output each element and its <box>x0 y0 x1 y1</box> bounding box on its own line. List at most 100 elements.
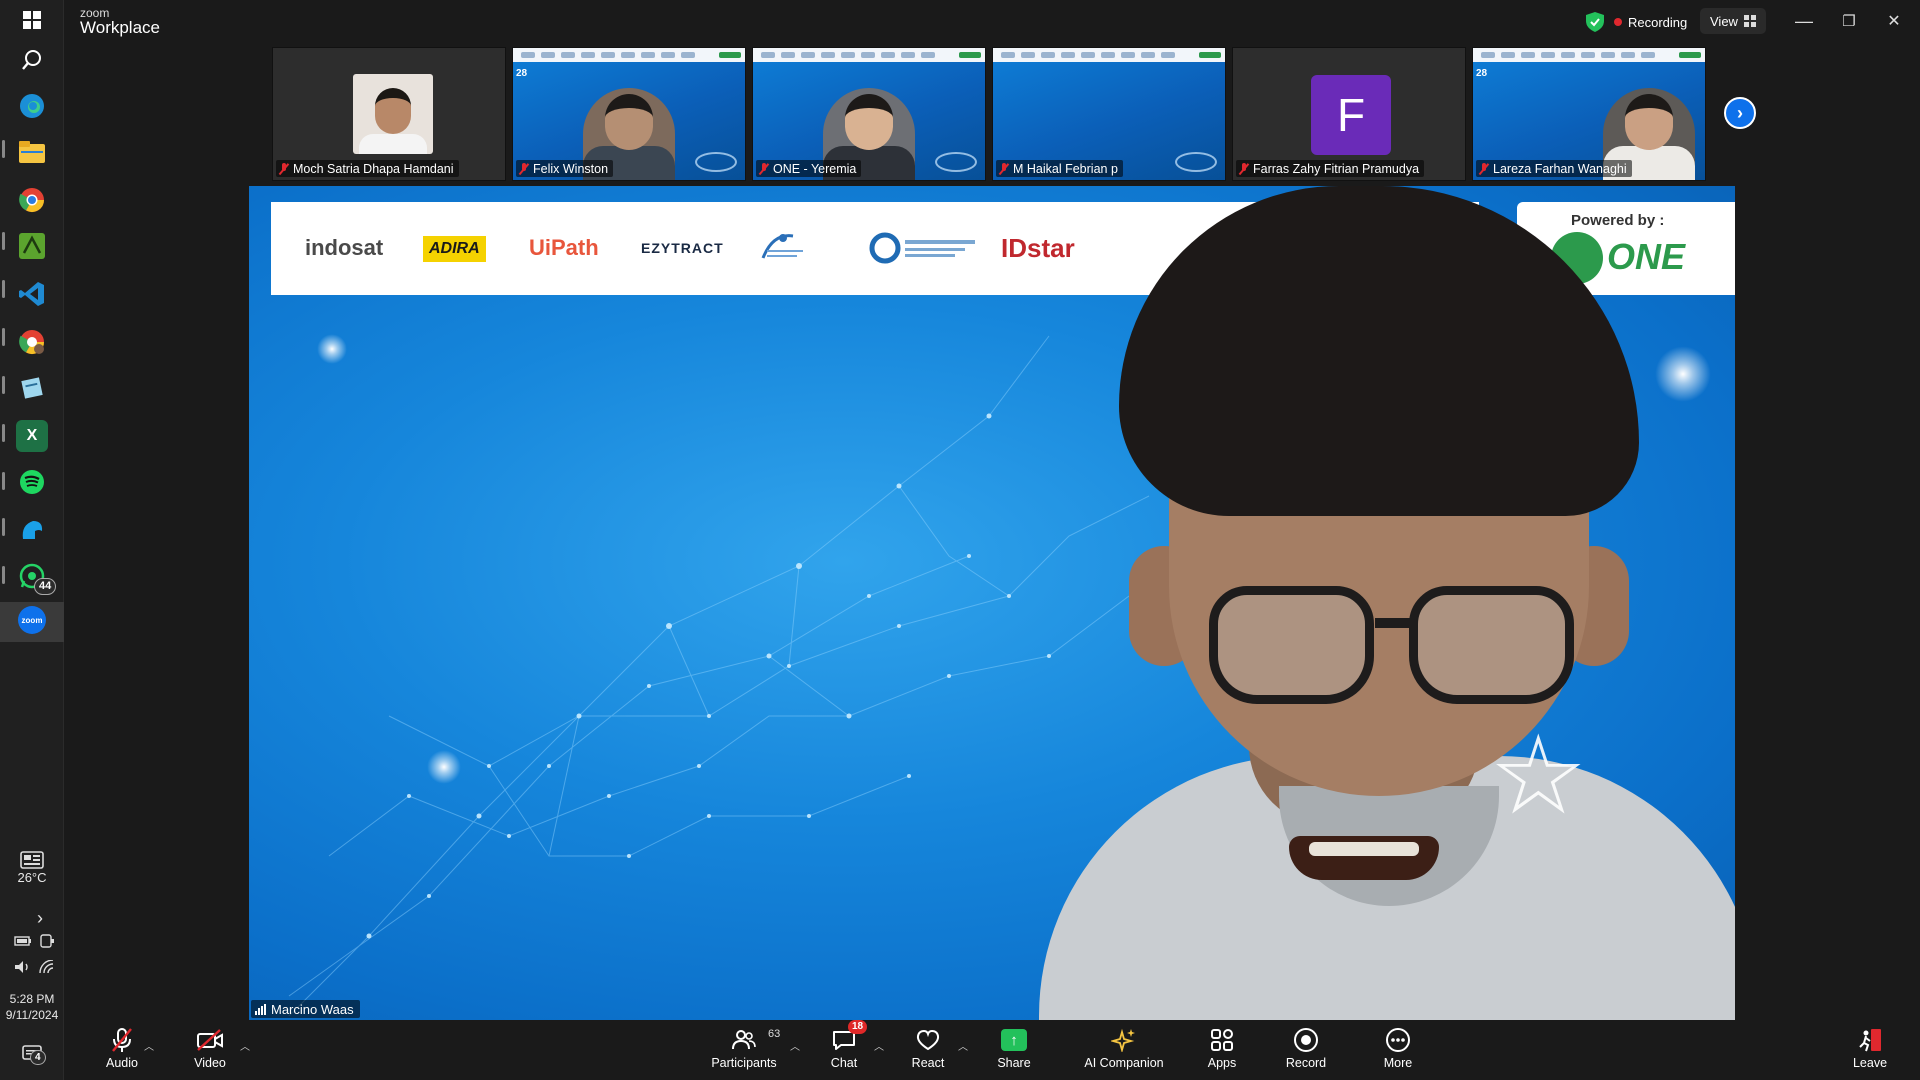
chat-button[interactable]: 18 Chat <box>816 1020 872 1078</box>
event-date: 28 <box>1476 68 1488 79</box>
more-button[interactable]: More <box>1370 1026 1426 1078</box>
heart-react-icon <box>916 1029 940 1051</box>
participant-name: M Haikal Febrian p <box>1013 161 1118 176</box>
event-date: 28 <box>516 68 528 79</box>
restore-button[interactable]: ❐ <box>1829 8 1869 34</box>
chat-unread-badge: 18 <box>848 1020 868 1034</box>
ai-sparkle-icon <box>1111 1028 1135 1052</box>
participant-name-tag: Lareza Farhan Wanaghi <box>1476 160 1632 177</box>
recording-indicator[interactable]: Recording <box>1614 15 1687 30</box>
running-app-indicator <box>2 472 5 490</box>
video-button[interactable]: Video <box>182 1026 238 1078</box>
participants-label: Participants <box>711 1056 777 1070</box>
whatsapp-unread-badge: 44 <box>34 578 57 595</box>
meeting-status-area: Recording <box>1586 10 1687 34</box>
minimize-button[interactable]: — <box>1784 8 1824 34</box>
screen-share-tray-icon[interactable] <box>36 930 58 952</box>
muted-mic-icon <box>1479 162 1489 175</box>
running-app-indicator <box>2 424 5 442</box>
video-off-icon <box>197 1029 223 1051</box>
teams-bird-icon[interactable] <box>16 514 48 546</box>
participant-name: Felix Winston <box>533 161 609 176</box>
participant-name: Moch Satria Dhapa Hamdani <box>293 161 454 176</box>
participant-name-tag: Farras Zahy Fitrian Pramudya <box>1236 160 1425 177</box>
next-page-arrow-button[interactable]: › <box>1724 97 1756 129</box>
ai-companion-button[interactable]: AI Companion <box>1074 1026 1174 1078</box>
spotify-icon[interactable] <box>16 466 48 498</box>
leave-button[interactable]: Leave <box>1842 1026 1898 1078</box>
participants-count: 63 <box>768 1028 781 1040</box>
participant-name: Farras Zahy Fitrian Pramudya <box>1253 161 1420 176</box>
participant-tile[interactable]: 28 Lareza Farhan Wanaghi <box>1472 47 1706 181</box>
muted-mic-icon <box>279 162 289 175</box>
participants-button[interactable]: 63 Participants <box>702 1026 786 1078</box>
share-screen-icon: ↑ <box>1001 1029 1027 1051</box>
recording-label: Recording <box>1628 14 1688 30</box>
connection-signal-icon <box>255 1003 266 1015</box>
active-speaker-video[interactable]: indosat ADIRA UiPath EZYTRACT IDstar Pow… <box>249 186 1735 1020</box>
battery-icon[interactable] <box>12 930 34 952</box>
participant-tile[interactable]: M Haikal Febrian p <box>992 47 1226 181</box>
audio-button[interactable]: Audio <box>94 1026 150 1078</box>
participant-tile[interactable]: Moch Satria Dhapa Hamdani <box>272 47 506 181</box>
sparkle-decoration <box>317 334 347 364</box>
chrome-profile-icon[interactable] <box>16 326 48 358</box>
zoom-taskbar-item-active[interactable]: zoom <box>0 602 64 642</box>
microphone-muted-icon <box>112 1028 132 1052</box>
event-star-logo-icon: ☆ <box>1489 714 1588 837</box>
view-button[interactable]: View <box>1700 8 1766 34</box>
chat-options-chevron-icon[interactable]: ︿ <box>874 1038 884 1053</box>
react-label: React <box>911 1056 945 1070</box>
react-button[interactable]: React <box>900 1026 956 1078</box>
leave-label: Leave <box>1852 1056 1888 1070</box>
event-banner-strip <box>753 48 985 62</box>
record-button[interactable]: Record <box>1276 1026 1336 1078</box>
file-explorer-icon[interactable] <box>16 136 48 168</box>
recording-dot-icon <box>1614 18 1622 26</box>
record-label: Record <box>1285 1056 1327 1070</box>
leave-exit-icon <box>1859 1029 1881 1052</box>
notepad-icon[interactable] <box>16 372 48 404</box>
event-logo-icon <box>1175 152 1217 172</box>
ai-companion-label: AI Companion <box>1084 1056 1164 1070</box>
event-logo-icon <box>695 152 737 172</box>
audio-options-chevron-icon[interactable]: ︿ <box>144 1038 154 1053</box>
apps-button[interactable]: Apps <box>1194 1026 1250 1078</box>
clock-date[interactable]: 9/11/2024 <box>0 1008 64 1022</box>
chat-label: Chat <box>830 1056 858 1070</box>
running-app-indicator <box>2 232 5 250</box>
share-label: Share <box>997 1056 1031 1070</box>
speaker-name-tag: Marcino Waas <box>251 1000 360 1018</box>
tabula-app-icon[interactable] <box>16 230 48 262</box>
show-hidden-icons-chevron-icon[interactable]: › <box>8 908 72 929</box>
sponsor-logo: ADIRA <box>423 236 486 262</box>
wifi-icon[interactable] <box>36 956 58 978</box>
encryption-shield-icon[interactable] <box>1586 12 1604 32</box>
share-button[interactable]: ↑ Share <box>986 1026 1042 1078</box>
video-options-chevron-icon[interactable]: ︿ <box>240 1038 250 1053</box>
running-app-indicator <box>2 328 5 346</box>
sponsor-logo-graphic <box>869 230 979 266</box>
windows-start-icon[interactable] <box>16 4 48 36</box>
participant-strip: Moch Satria Dhapa Hamdani 28 Felix Winst… <box>272 47 1742 183</box>
participant-tile[interactable]: ONE - Yeremia <box>752 47 986 181</box>
participant-tile[interactable]: F Farras Zahy Fitrian Pramudya <box>1232 47 1466 181</box>
close-button[interactable]: ✕ <box>1874 8 1914 34</box>
apps-label: Apps <box>1207 1056 1237 1070</box>
chrome-icon[interactable] <box>16 184 48 216</box>
react-options-chevron-icon[interactable]: ︿ <box>958 1038 968 1053</box>
participant-initial-avatar: F <box>1311 75 1391 155</box>
participant-tile[interactable]: 28 Felix Winston <box>512 47 746 181</box>
volume-icon[interactable] <box>12 956 34 978</box>
excel-icon[interactable]: X <box>16 420 48 452</box>
participant-name-tag: ONE - Yeremia <box>756 160 862 177</box>
participants-options-chevron-icon[interactable]: ︿ <box>790 1038 800 1053</box>
event-banner-strip <box>993 48 1225 62</box>
vscode-icon[interactable] <box>16 278 48 310</box>
search-icon[interactable] <box>16 44 48 76</box>
muted-mic-icon <box>1239 162 1249 175</box>
edge-browser-icon[interactable] <box>16 90 48 122</box>
clock-time[interactable]: 5:28 PM <box>0 992 64 1006</box>
weather-temperature: 26°C <box>17 870 47 885</box>
apps-grid-icon <box>1211 1029 1233 1051</box>
